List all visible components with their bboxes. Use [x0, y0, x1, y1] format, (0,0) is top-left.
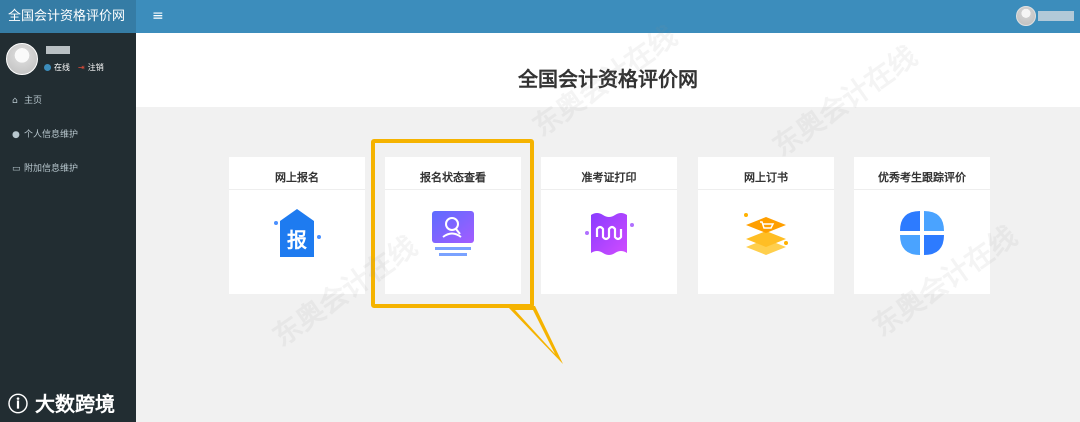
user-avatar-icon[interactable] [1016, 6, 1036, 26]
card-title: 网上订书 [744, 171, 788, 184]
sidebar: 在线 ⇥ 注销 ⌂ 主页 ● 个人信息维护 ▭ 附加信息维护 [0, 33, 136, 422]
bottom-logo-text: 大数跨境 [34, 392, 115, 416]
user-name-redacted[interactable] [1038, 11, 1074, 21]
highlight-frame [371, 139, 534, 308]
card-admission-ticket[interactable]: 准考证打印 [541, 157, 677, 294]
brand-logo[interactable]: 全国会计资格评价网 [0, 0, 136, 33]
callout-pointer [507, 306, 563, 364]
profile-avatar [6, 43, 38, 75]
bottom-brand-logo: ⓘ 大数跨境 [8, 388, 115, 417]
card-excellent-candidate-evaluation[interactable]: 优秀考生跟踪评价 [854, 157, 990, 294]
logout-link[interactable]: ⇥ 注销 [78, 62, 104, 73]
profile-name-redacted [46, 46, 70, 54]
card-divider [229, 189, 365, 190]
sidebar-menu: ⌂ 主页 ● 个人信息维护 ▭ 附加信息维护 [0, 93, 136, 195]
sidebar-item-home[interactable]: ⌂ 主页 [0, 93, 136, 127]
status-online-label: 在线 [54, 63, 70, 72]
hamburger-icon[interactable]: ≡ [152, 8, 166, 24]
card-online-book-order[interactable]: 网上订书 [698, 157, 834, 294]
home-icon: ⌂ [12, 96, 18, 106]
logo-mark-icon: ⓘ [8, 392, 28, 416]
card-online-registration[interactable]: 网上报名 报 [229, 157, 365, 294]
page-title: 全国会计资格评价网 [518, 67, 698, 91]
card-divider [541, 189, 677, 190]
sidebar-item-personal-info[interactable]: ● 个人信息维护 [0, 127, 136, 161]
top-navbar: 全国会计资格评价网 ≡ [0, 0, 1080, 33]
sidebar-item-label: 主页 [24, 96, 43, 106]
book-order-icon [744, 213, 788, 255]
admission-ticket-icon [585, 213, 634, 255]
card-title: 准考证打印 [581, 171, 637, 184]
card-divider [698, 189, 834, 190]
id-card-icon: ▭ [12, 164, 21, 174]
logout-label: 注销 [87, 63, 104, 72]
card-title: 网上报名 [275, 171, 319, 184]
evaluation-icon [900, 211, 944, 255]
sidebar-item-extra-info[interactable]: ▭ 附加信息维护 [0, 161, 136, 195]
page-header: 全国会计资格评价网 [136, 33, 1080, 107]
sidebar-item-label: 个人信息维护 [24, 130, 79, 140]
register-glyph: 报 [287, 228, 307, 252]
user-icon: ● [12, 130, 20, 140]
card-title: 优秀考生跟踪评价 [878, 171, 966, 184]
logout-icon: ⇥ [78, 63, 85, 72]
status-online: 在线 [44, 62, 70, 73]
online-dot-icon [44, 64, 51, 71]
register-icon: 报 [274, 209, 321, 257]
card-divider [854, 189, 990, 190]
sidebar-item-label: 附加信息维护 [24, 164, 79, 174]
